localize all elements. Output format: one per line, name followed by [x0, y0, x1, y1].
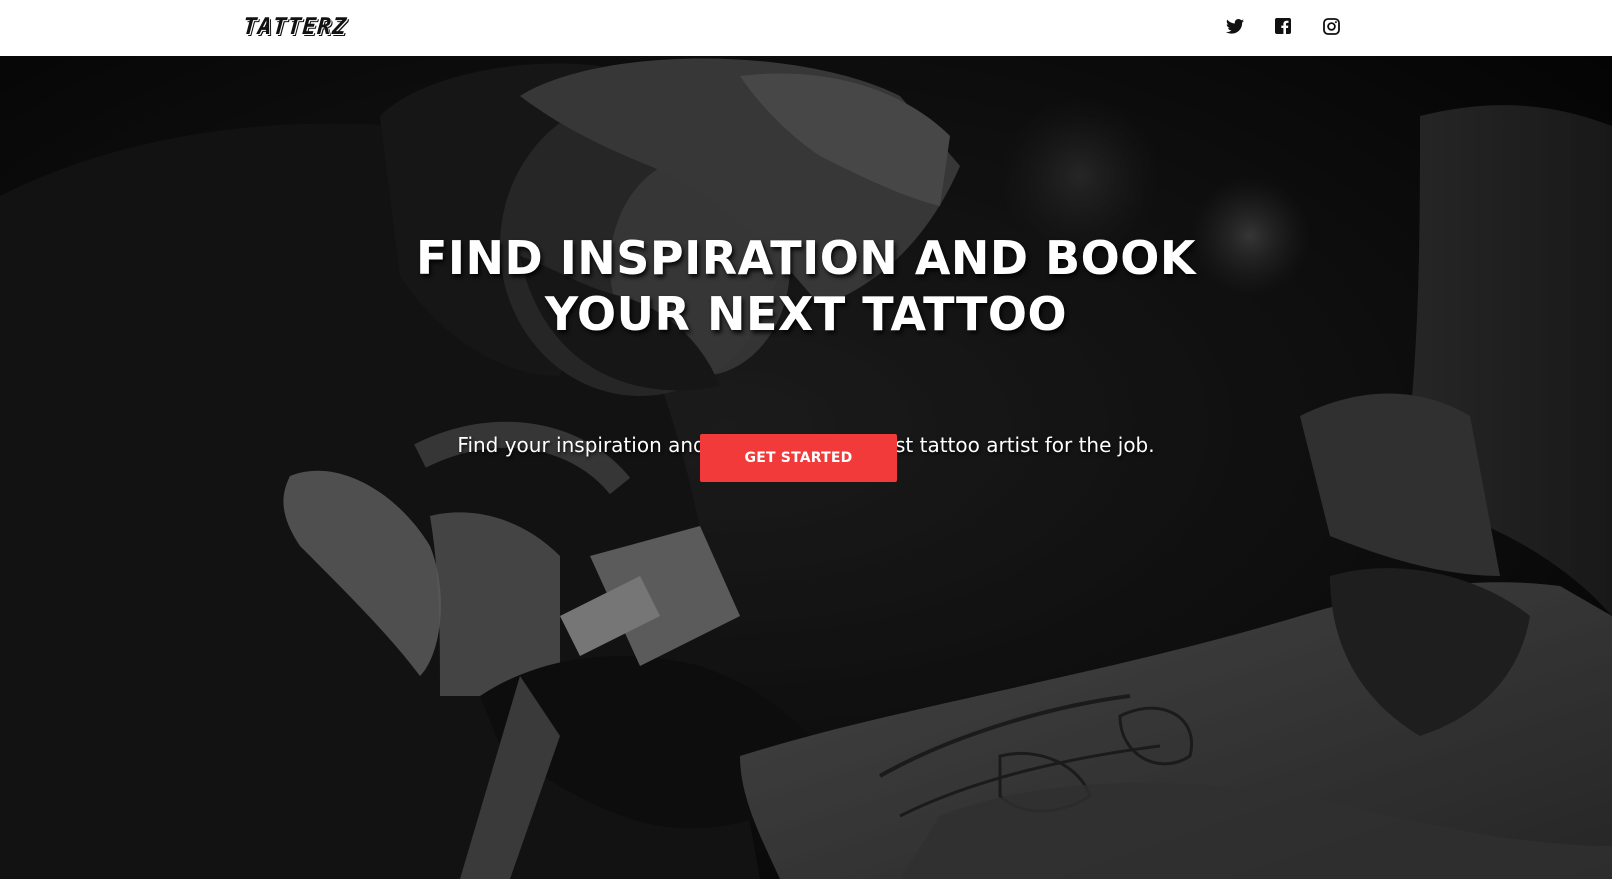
get-started-button[interactable]: GET STARTED	[700, 434, 897, 482]
hero-title-line2: YOUR NEXT TATTOO	[544, 287, 1068, 341]
facebook-icon[interactable]	[1272, 15, 1294, 37]
hero-title: FIND INSPIRATION AND BOOK YOUR NEXT TATTO…	[306, 230, 1306, 342]
twitter-icon[interactable]	[1224, 15, 1246, 37]
site-logo[interactable]: TATTERZ	[242, 14, 348, 40]
landing-page: TATTERZ FIND INSPIRATION AND BOOK YOUR N…	[0, 0, 1612, 879]
hero-content: FIND INSPIRATION AND BOOK YOUR NEXT TATTO…	[0, 56, 1612, 879]
instagram-icon[interactable]	[1320, 15, 1342, 37]
site-header: TATTERZ	[0, 0, 1612, 56]
hero-section: FIND INSPIRATION AND BOOK YOUR NEXT TATTO…	[0, 56, 1612, 879]
hero-title-line1: FIND INSPIRATION AND BOOK	[415, 231, 1197, 285]
